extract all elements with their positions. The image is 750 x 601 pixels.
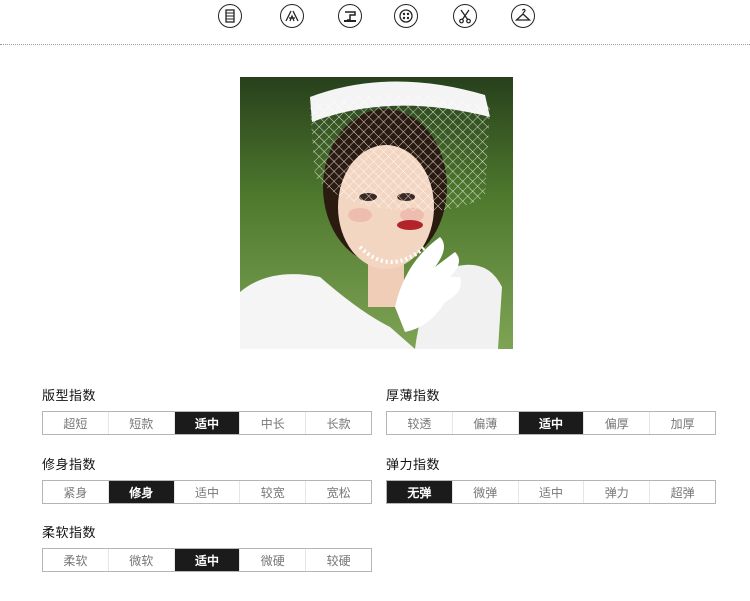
scale-title-slim: 修身指数 [42, 458, 97, 473]
scale-title-thickness: 厚薄指数 [386, 389, 441, 404]
scale-option: 偏厚 [584, 412, 651, 434]
sewing-machine-icon [338, 4, 362, 28]
scale-title-softness: 柔软指数 [42, 526, 97, 541]
scale-option: 较透 [387, 412, 453, 434]
scale-bar-softness: 柔软 微软 适中 微硬 较硬 [42, 548, 372, 572]
scale-option: 紧身 [43, 481, 109, 503]
scale-bar-fit: 超短 短款 适中 中长 长款 [42, 411, 372, 435]
scale-option: 偏薄 [453, 412, 519, 434]
scale-option-selected: 无弹 [387, 481, 453, 503]
scale-slim: 修身指数 紧身 修身 适中 较宽 宽松 [42, 458, 372, 504]
scale-option: 长款 [326, 416, 351, 431]
scale-option: 微弹 [453, 481, 519, 503]
scale-option-selected: 适中 [174, 412, 241, 434]
header-divider [0, 44, 750, 45]
product-photo [240, 77, 513, 349]
scale-bar-elasticity: 无弹 微弹 适中 弹力 超弹 [386, 480, 716, 504]
scale-option: 加厚 [670, 416, 695, 431]
scale-option: 柔软 [43, 549, 109, 571]
scale-title-elasticity: 弹力指数 [386, 458, 441, 473]
scale-option: 超短 [43, 412, 109, 434]
scale-bar-thickness: 较透 偏薄 适中 偏厚 加厚 [386, 411, 716, 435]
sewing-needle-icon [218, 4, 242, 28]
scale-option: 中长 [240, 412, 307, 434]
scale-option: 宽松 [326, 485, 351, 500]
scale-fit: 版型指数 超短 短款 适中 中长 长款 [42, 389, 372, 435]
scale-thickness: 厚薄指数 较透 偏薄 适中 偏厚 加厚 [386, 389, 716, 435]
scale-option: 较宽 [240, 481, 307, 503]
scale-option: 微硬 [240, 549, 307, 571]
scale-option: 适中 [519, 481, 585, 503]
scale-option: 微软 [109, 549, 175, 571]
scale-option: 超弹 [670, 485, 695, 500]
scale-option: 弹力 [584, 481, 651, 503]
scale-bar-slim: 紧身 修身 适中 较宽 宽松 [42, 480, 372, 504]
hanger-icon [511, 4, 535, 28]
scale-title-fit: 版型指数 [42, 389, 97, 404]
scale-option: 适中 [175, 481, 241, 503]
scale-option-selected: 适中 [518, 412, 585, 434]
scale-option-selected: 适中 [174, 549, 241, 571]
scale-softness: 柔软指数 柔软 微软 适中 微硬 较硬 [42, 526, 372, 572]
scissors-icon [453, 4, 477, 28]
scissors-tools-icon [280, 4, 304, 28]
scale-option: 较硬 [326, 553, 351, 568]
scale-option: 短款 [109, 412, 175, 434]
model-portrait-image [240, 77, 513, 349]
button-icon [394, 4, 418, 28]
category-icon-row [0, 4, 750, 34]
scale-elasticity: 弹力指数 无弹 微弹 适中 弹力 超弹 [386, 458, 716, 504]
scale-option-selected: 修身 [108, 481, 175, 503]
